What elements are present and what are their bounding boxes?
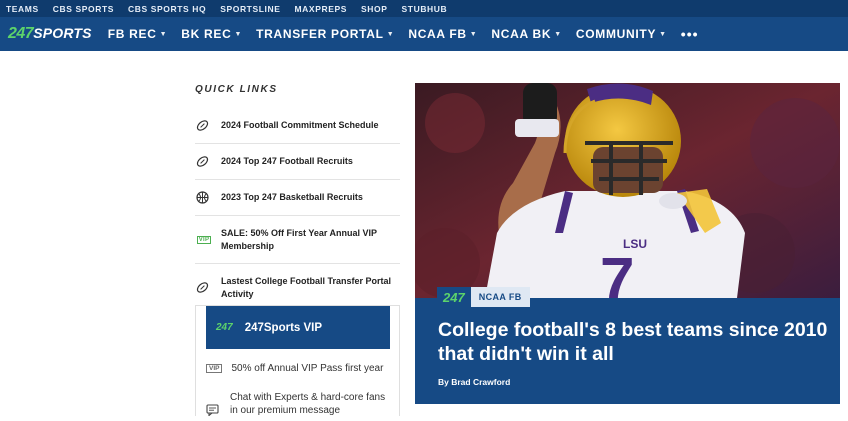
nav-item-label: BK REC bbox=[181, 27, 232, 41]
quick-link-label: Lastest College Football Transfer Portal… bbox=[221, 275, 392, 299]
vip-button-label: 247Sports VIP bbox=[244, 321, 323, 334]
quick-link-label: SALE: 50% Off First Year Annual VIP Memb… bbox=[221, 227, 377, 251]
quick-links-title: QUICK LINKS bbox=[195, 84, 278, 95]
nav-item-community[interactable]: COMMUNITY ▼ bbox=[576, 27, 667, 41]
topbar-link-maxpreps[interactable]: MAXPREPS bbox=[295, 4, 348, 14]
chevron-down-icon: ▼ bbox=[469, 30, 478, 38]
logo-number: 247 bbox=[8, 25, 34, 42]
quick-link-item[interactable]: 2024 Top 247 Football Recruits bbox=[195, 144, 400, 180]
tag-category: NCAA FB bbox=[470, 287, 530, 307]
chevron-down-icon: ▼ bbox=[554, 30, 562, 38]
quick-link-item[interactable]: 2024 Football Commitment Schedule bbox=[195, 108, 400, 144]
chevron-down-icon: ▼ bbox=[234, 30, 243, 38]
quick-link-label: 2023 Top 247 Basketball Recruits bbox=[221, 192, 363, 202]
nav-item-label: FB REC bbox=[107, 27, 157, 41]
quick-links: QUICK LINKS 2024 Football Commitment Sch… bbox=[195, 84, 400, 311]
football-icon bbox=[195, 119, 209, 133]
vip-button-logo: 247 bbox=[216, 322, 233, 333]
chevron-down-icon: ▼ bbox=[159, 30, 168, 38]
tag-logo: 247 bbox=[437, 287, 471, 307]
quick-link-label: 2024 Top 247 Football Recruits bbox=[221, 156, 353, 166]
nav-item-ncaa-bk[interactable]: NCAA BK ▼ bbox=[491, 27, 561, 41]
nav-item-label: NCAA FB bbox=[408, 27, 467, 41]
nav-item-bk-rec[interactable]: BK REC ▼ bbox=[181, 27, 242, 41]
chevron-down-icon: ▼ bbox=[659, 30, 667, 38]
nav-item-label: NCAA BK bbox=[491, 27, 552, 41]
topbar-link-shop[interactable]: SHOP bbox=[361, 4, 388, 14]
basketball-icon bbox=[195, 191, 209, 205]
nav-item-fb-rec[interactable]: FB REC ▼ bbox=[108, 27, 168, 41]
hero-image: LSU 7 bbox=[415, 83, 840, 315]
vip-button[interactable]: 247 247Sports VIP bbox=[206, 306, 390, 349]
nav-item-label: TRANSFER PORTAL bbox=[256, 27, 384, 41]
nav-item-transfer-portal[interactable]: TRANSFER PORTAL ▼ bbox=[256, 27, 394, 41]
football-icon bbox=[195, 281, 209, 295]
top-utility-bar: TEAMS CBS SPORTS CBS SPORTS HQ SPORTSLIN… bbox=[0, 0, 848, 17]
logo-word: SPORTS bbox=[33, 25, 92, 41]
hero-headline[interactable]: College football's 8 best teams since 20… bbox=[438, 318, 828, 366]
vip-benefit-row: VIP 50% off Annual VIP Pass first year bbox=[206, 362, 383, 375]
quick-link-label: 2024 Football Commitment Schedule bbox=[221, 120, 379, 130]
hero-article-card[interactable]: LSU 7 247 NCAA FB College football's 8 b… bbox=[415, 83, 840, 404]
jersey-number: 7 bbox=[600, 246, 634, 298]
vip-badge-text: VIP bbox=[196, 235, 212, 244]
category-tag[interactable]: 247 NCAA FB bbox=[437, 287, 530, 307]
hero-byline: By Brad Crawford bbox=[438, 377, 511, 387]
topbar-link-stubhub[interactable]: STUBHUB bbox=[402, 4, 448, 14]
nav-item-ncaa-fb[interactable]: NCAA FB ▼ bbox=[408, 27, 477, 41]
site-logo[interactable]: 247 SPORTS bbox=[8, 25, 92, 43]
vip-benefit-text: Chat with Experts & hard-core fans in ou… bbox=[230, 392, 386, 416]
vip-benefit-text: 50% off Annual VIP Pass first year bbox=[231, 363, 384, 374]
chat-icon bbox=[206, 403, 220, 421]
topbar-link-sportsline[interactable]: SPORTSLINE bbox=[220, 4, 280, 14]
main-navigation: 247 SPORTS FB REC ▼ BK REC ▼ TRANSFER PORTA… bbox=[0, 17, 848, 51]
vip-benefit-row: Chat with Experts & hard-core fans in ou… bbox=[206, 391, 390, 421]
football-icon bbox=[195, 155, 209, 169]
quick-link-item[interactable]: 2023 Top 247 Basketball Recruits bbox=[195, 180, 400, 216]
quick-link-item[interactable]: VIP SALE: 50% Off First Year Annual VIP … bbox=[195, 216, 400, 264]
vip-badge: VIP bbox=[206, 364, 223, 373]
topbar-link-teams[interactable]: TEAMS bbox=[6, 4, 39, 14]
topbar-link-cbs-sports[interactable]: CBS SPORTS bbox=[53, 4, 114, 14]
vip-promo-box: 247 247Sports VIP VIP 50% off Annual VIP… bbox=[195, 305, 400, 417]
chevron-down-icon: ▼ bbox=[386, 30, 395, 38]
nav-item-label: COMMUNITY bbox=[575, 27, 657, 41]
quick-link-item[interactable]: Lastest College Football Transfer Portal… bbox=[195, 264, 400, 311]
topbar-link-cbs-sports-hq[interactable]: CBS SPORTS HQ bbox=[128, 4, 206, 14]
vip-badge: VIP bbox=[195, 233, 213, 247]
more-menu-button[interactable]: ••• bbox=[681, 27, 699, 41]
